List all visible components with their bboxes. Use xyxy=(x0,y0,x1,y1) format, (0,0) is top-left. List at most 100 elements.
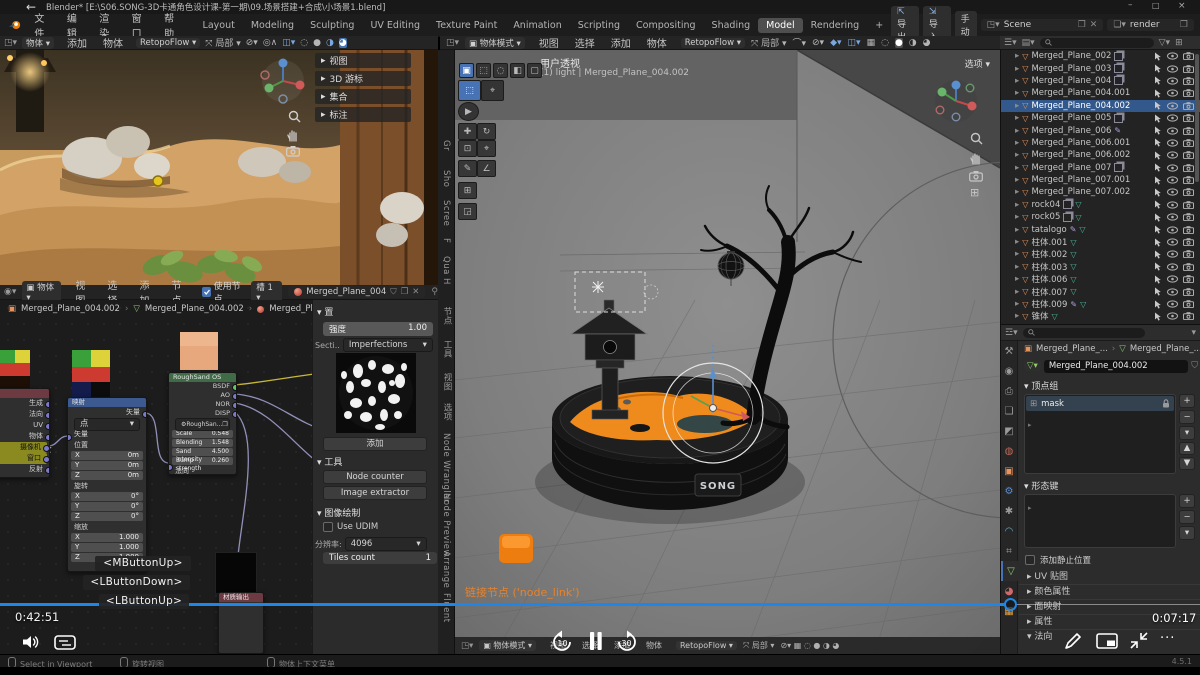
progress-playhead[interactable] xyxy=(1004,598,1017,611)
outliner-row[interactable]: ▸▽柱体.002▽ xyxy=(1001,248,1200,260)
properties-tab-render[interactable]: ◉ xyxy=(1001,361,1017,381)
workspace-tab-Modeling[interactable]: Modeling xyxy=(243,18,302,33)
sidebar-tab-F[interactable]: F xyxy=(441,238,451,243)
outliner-settings-icon[interactable]: ⊞ xyxy=(1175,38,1183,48)
forward-30-icon[interactable]: 30 xyxy=(614,629,639,654)
vertex-group-item[interactable]: ⊞ mask xyxy=(1026,396,1174,411)
outliner-row[interactable]: ▸▽Merged_Plane_002 xyxy=(1001,50,1200,62)
hide-viewport-icon[interactable] xyxy=(1167,151,1178,159)
outliner-row[interactable]: ▸▽柱体.003▽ xyxy=(1001,261,1200,273)
danmaku-icon[interactable] xyxy=(54,635,76,650)
hide-viewport-icon[interactable] xyxy=(1167,114,1178,122)
value-field[interactable]: Z0m xyxy=(71,471,143,480)
rendered-preview-viewport[interactable]: ▸视图▸3D 游标▸集合▸标注 xyxy=(0,50,438,285)
outliner-row[interactable]: ▸▽柱体.007▽ xyxy=(1001,285,1200,297)
unlink-icon[interactable]: ✕ xyxy=(412,287,419,297)
fake-user-icon[interactable]: ⛉ xyxy=(1191,361,1198,371)
workspace-tab-Scripting[interactable]: Scripting xyxy=(570,18,628,33)
sidebar-tab-Sho[interactable]: Sho xyxy=(441,170,451,187)
hide-viewport-icon[interactable] xyxy=(1167,139,1178,147)
expand-icon[interactable]: ▸ xyxy=(1015,76,1019,86)
sidebar-tab-Gr[interactable]: Gr xyxy=(441,140,451,151)
pick-select-icon[interactable]: ▢ xyxy=(527,63,542,78)
remove-vertex-group-button[interactable]: − xyxy=(1179,410,1195,424)
properties-tab-particles[interactable]: ✱ xyxy=(1001,501,1017,521)
scale-tool[interactable]: ⊡ xyxy=(458,140,477,157)
hide-render-icon[interactable] xyxy=(1183,151,1194,159)
progress-bar-remaining[interactable] xyxy=(1016,604,1200,606)
outliner-row[interactable]: ▸▽Merged_Plane_006✎ xyxy=(1001,124,1200,136)
move-up-button[interactable]: ▲ xyxy=(1179,442,1195,455)
move-down-button[interactable]: ▼ xyxy=(1179,457,1195,470)
pause-icon[interactable] xyxy=(588,630,604,652)
shape-keys-panel-title[interactable]: ▾ 形态键 xyxy=(1019,474,1200,494)
collection-icon[interactable]: ▤▾ xyxy=(1022,38,1035,48)
workspace-tab-Rendering[interactable]: Rendering xyxy=(803,18,868,33)
expand-icon[interactable]: ▸ xyxy=(1015,175,1019,185)
annotate-tool[interactable]: ✎ xyxy=(458,160,477,177)
workspace-tab-Model[interactable]: Model xyxy=(758,18,803,33)
camera-view-icon[interactable] xyxy=(286,146,300,157)
hide-render-icon[interactable] xyxy=(1183,275,1194,283)
editor-type-icon[interactable]: ◳▾ xyxy=(446,38,459,48)
socket[interactable] xyxy=(45,423,50,430)
node-output-AO[interactable]: AO xyxy=(169,391,236,400)
selectable-icon[interactable] xyxy=(1154,89,1162,98)
expand-icon[interactable]: ▸ xyxy=(1015,113,1019,123)
hide-render-icon[interactable] xyxy=(1183,238,1194,246)
node-output-生成[interactable]: 生成 xyxy=(0,398,49,409)
outliner-row[interactable]: ▸▽Merged_Plane_006.002 xyxy=(1001,149,1200,161)
outliner-row[interactable]: ▸▽rock05▽ xyxy=(1001,211,1200,223)
retopoflow-menu[interactable]: RetopoFlow ▾ xyxy=(681,38,745,48)
socket[interactable] xyxy=(43,456,50,463)
hide-render-icon[interactable] xyxy=(1183,213,1194,221)
filter-dropdown-icon[interactable]: ▾ xyxy=(1191,328,1196,338)
sidebar-section-集合[interactable]: ▸集合 xyxy=(315,89,411,104)
extra-tool[interactable]: ◲ xyxy=(458,203,477,220)
more-options-icon[interactable]: ··· xyxy=(1160,631,1175,646)
play-tool[interactable]: ▶ xyxy=(458,102,479,121)
sidebar-section-标注[interactable]: ▸标注 xyxy=(315,107,411,122)
hide-render-icon[interactable] xyxy=(1183,65,1194,73)
overlays-icon[interactable]: ◫▾ xyxy=(282,38,295,48)
hide-viewport-icon[interactable] xyxy=(1167,52,1178,60)
hide-render-icon[interactable] xyxy=(1183,102,1194,110)
hide-viewport-icon[interactable] xyxy=(1167,250,1178,258)
selectable-icon[interactable] xyxy=(1154,76,1162,85)
workspace-tab-Compositing[interactable]: Compositing xyxy=(628,18,704,33)
sidebar-panel-title[interactable]: ▾ 置 xyxy=(317,305,333,318)
selectable-icon[interactable] xyxy=(1154,238,1162,247)
shading-solid-icon[interactable]: ● xyxy=(313,38,321,48)
properties-search[interactable] xyxy=(1023,328,1145,338)
cursor-tool[interactable]: ⌖ xyxy=(481,80,504,101)
group-input-field[interactable]: Scale0.548 xyxy=(172,430,233,438)
node-output-物体[interactable]: 物体 xyxy=(0,431,49,442)
node-output-NOR[interactable]: NOR xyxy=(169,400,236,409)
rewind-10-icon[interactable]: 10 xyxy=(550,629,575,654)
selectable-icon[interactable] xyxy=(1154,250,1162,259)
hide-render-icon[interactable] xyxy=(1183,263,1194,271)
options-dropdown[interactable]: 选项 ▾ xyxy=(965,57,990,70)
sidebar-tab-工具[interactable]: 工具 xyxy=(441,340,453,358)
add-shape-key-button[interactable]: + xyxy=(1179,494,1195,508)
socket[interactable] xyxy=(232,402,237,409)
value-field[interactable]: Y1.000 xyxy=(71,543,143,552)
outliner-scrollbar[interactable] xyxy=(1195,54,1199,182)
image-extractor-button[interactable]: Image extractor xyxy=(323,486,427,500)
copy-icon[interactable]: ❐ xyxy=(1078,20,1086,30)
mode-dropdown[interactable]: 物体 ▾ xyxy=(22,37,54,49)
retopoflow-menu[interactable]: RetopoFlow ▾ xyxy=(136,38,200,48)
socket[interactable] xyxy=(232,411,237,418)
hide-viewport-icon[interactable] xyxy=(1167,77,1178,85)
shading-wireframe-icon[interactable]: ◌ xyxy=(300,38,308,48)
expand-icon[interactable]: ▸ xyxy=(1015,163,1019,173)
selectable-icon[interactable] xyxy=(1154,213,1162,222)
lasso-select-icon[interactable]: ◧ xyxy=(510,63,525,78)
socket[interactable] xyxy=(45,401,50,408)
editor-type-icon[interactable]: ◳▾ xyxy=(4,38,17,48)
selectable-icon[interactable] xyxy=(1154,225,1162,234)
hide-render-icon[interactable] xyxy=(1183,288,1194,296)
value-field[interactable]: X1.000 xyxy=(71,533,143,542)
transform-tool[interactable]: ⌖ xyxy=(477,140,496,157)
hide-render-icon[interactable] xyxy=(1183,77,1194,85)
